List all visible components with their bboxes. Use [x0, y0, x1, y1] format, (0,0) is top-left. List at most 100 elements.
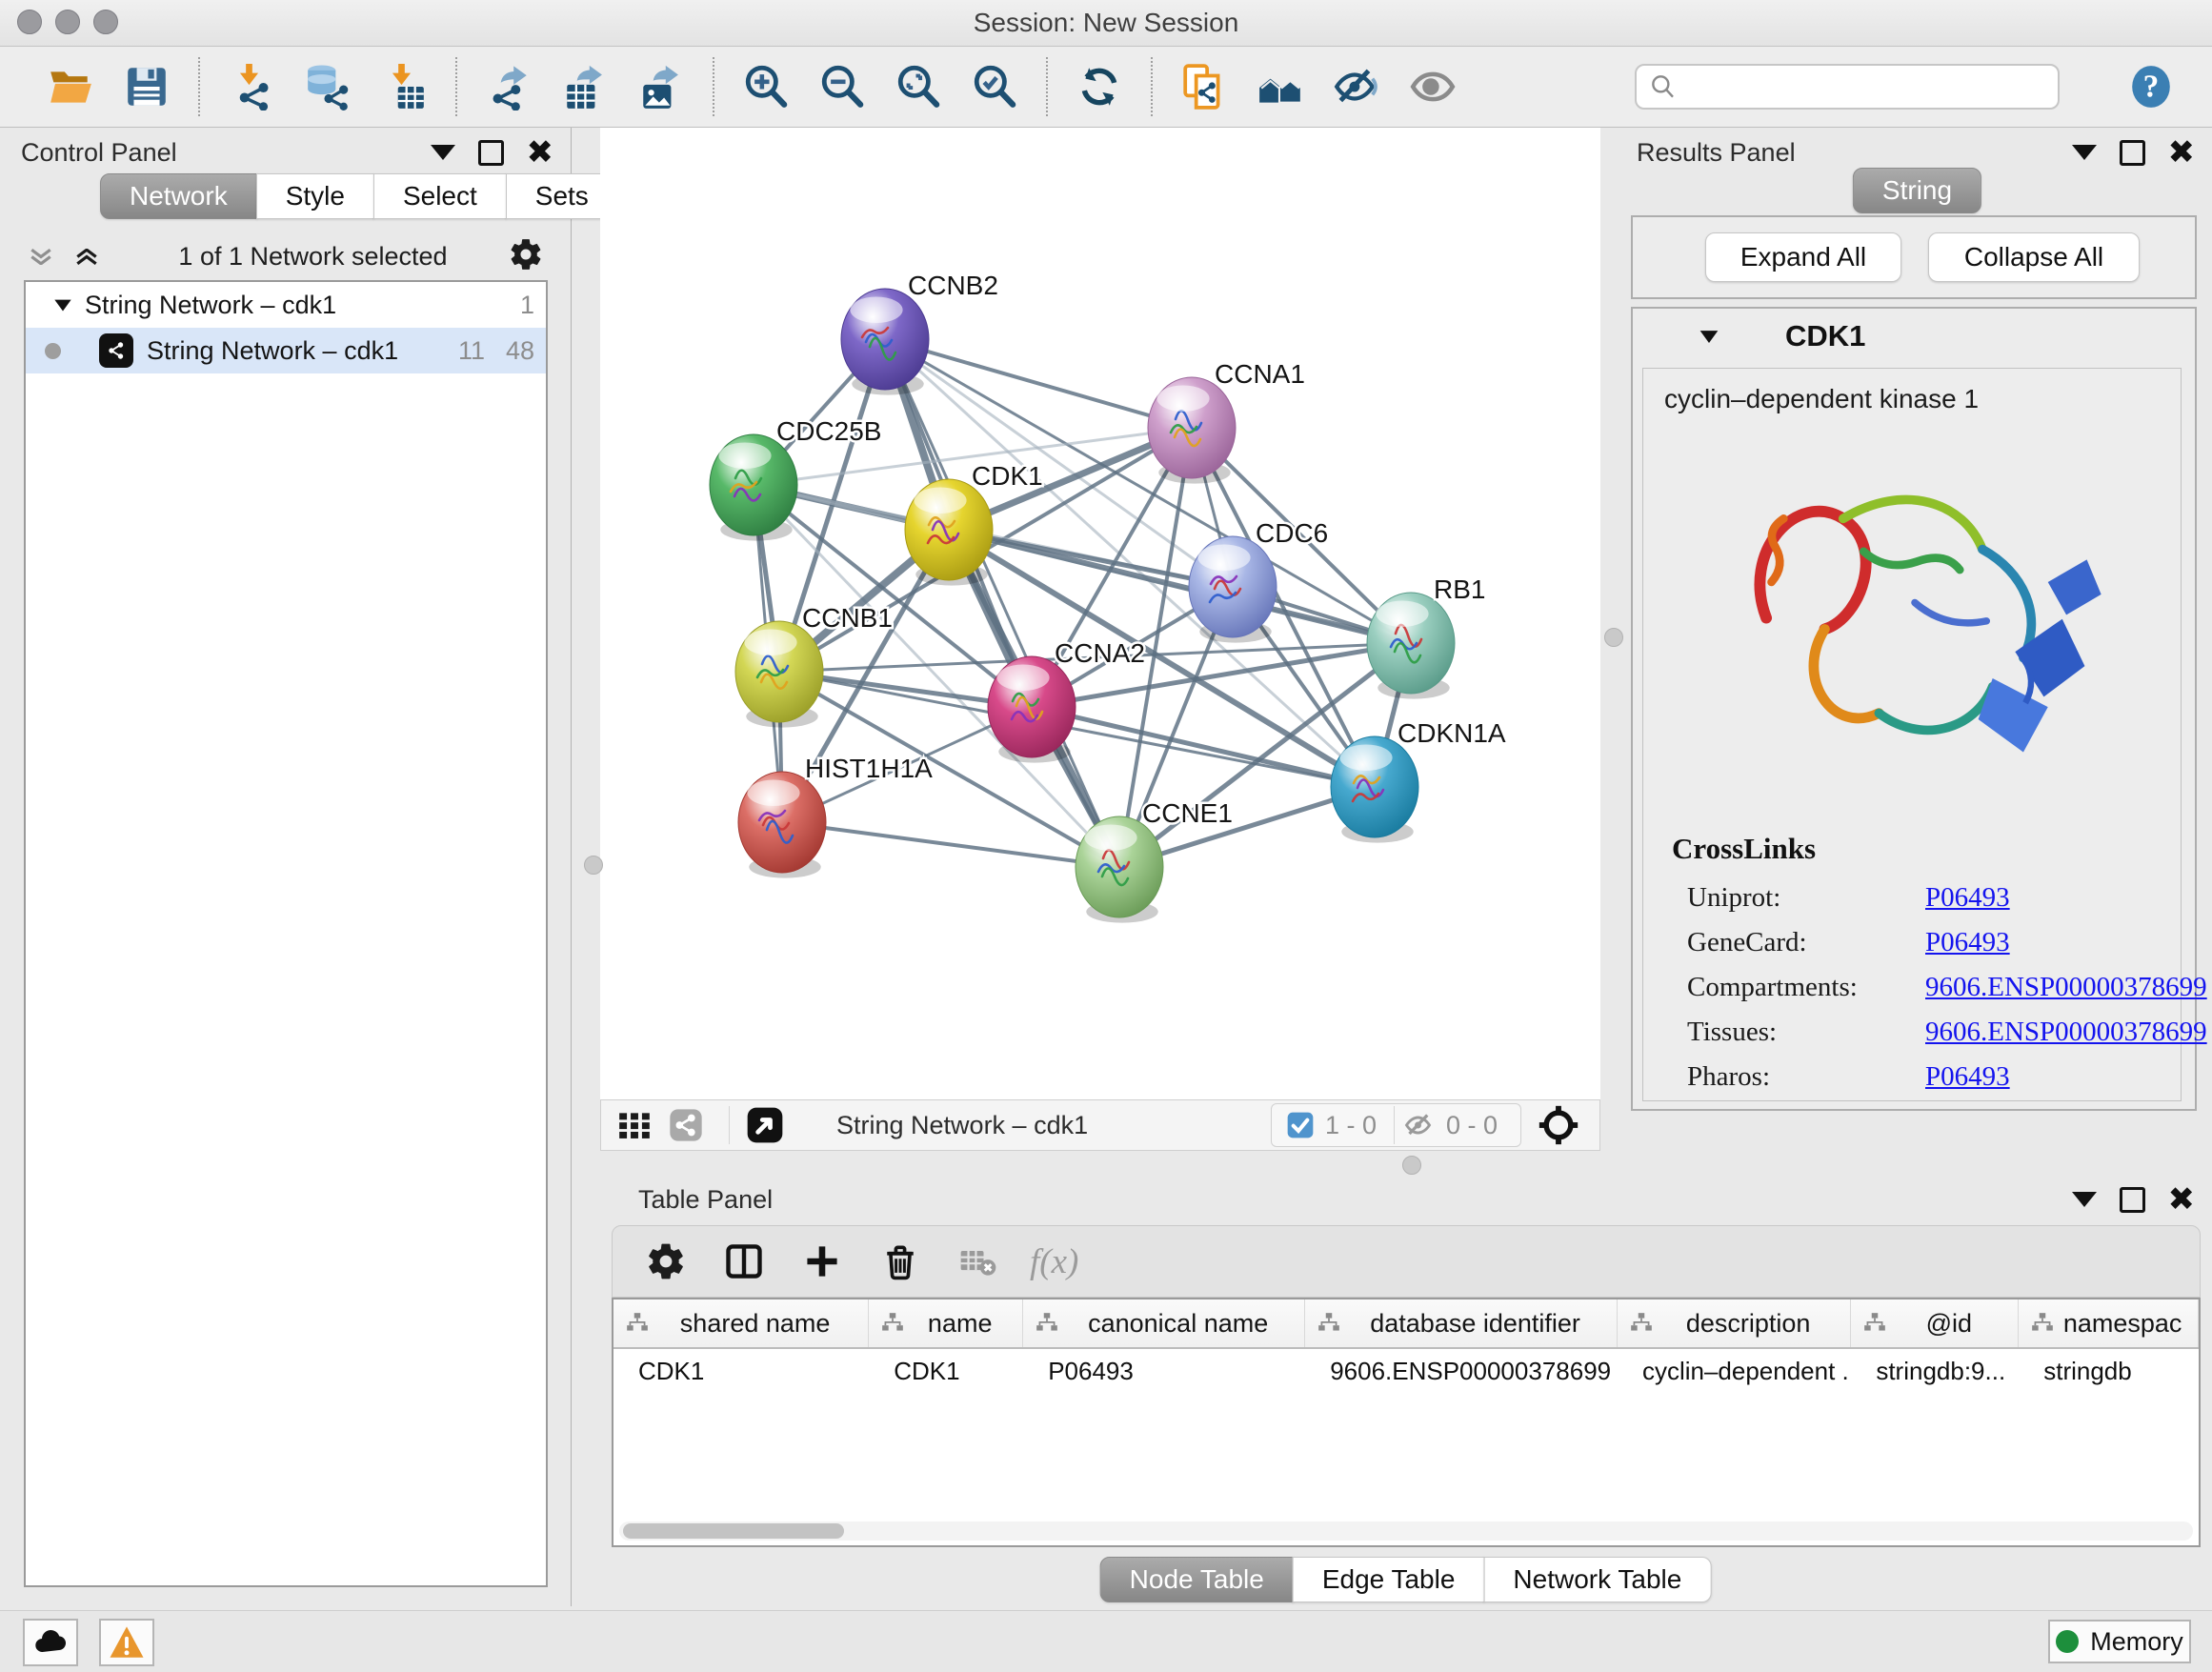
panel-close-icon[interactable]: ✖ [527, 140, 554, 165]
function-builder-button[interactable]: f(x) [1030, 1235, 1078, 1288]
panel-collapse-icon[interactable] [2072, 145, 2097, 160]
open-session-icon[interactable] [44, 60, 97, 113]
panel-collapse-icon[interactable] [431, 145, 455, 160]
grid-view-icon[interactable] [613, 1105, 656, 1145]
right-splitter-handle[interactable] [1604, 628, 1623, 647]
table-horizontal-scrollbar[interactable] [619, 1521, 2193, 1541]
column-header[interactable]: canonical name [1023, 1299, 1305, 1347]
table-cell[interactable]: stringdb:9... [1851, 1349, 2019, 1393]
zoom-selected-icon[interactable] [968, 60, 1021, 113]
scrollbar-thumb[interactable] [623, 1523, 844, 1539]
network-node[interactable] [1076, 816, 1163, 923]
network-node[interactable] [988, 656, 1076, 763]
table-cell[interactable]: P06493 [1023, 1349, 1305, 1393]
export-table-icon[interactable] [558, 60, 612, 113]
column-header[interactable]: shared name [613, 1299, 869, 1347]
network-options-gear-icon[interactable] [508, 236, 544, 277]
show-all-icon[interactable] [1406, 60, 1459, 113]
network-node[interactable] [841, 289, 929, 395]
memory-button[interactable]: Memory [2048, 1620, 2191, 1663]
home-icon[interactable] [1254, 60, 1307, 113]
table-settings-gear-icon[interactable] [639, 1235, 693, 1288]
collapse-all-networks-icon[interactable] [27, 249, 55, 265]
status-bar: Memory [0, 1610, 2212, 1672]
column-header[interactable]: description [1618, 1299, 1851, 1347]
control-panel: Control Panel ✖ Network Style Select Set… [0, 128, 572, 1606]
network-node[interactable] [1148, 377, 1236, 484]
string-network-graph[interactable]: CCNB2CCNA1CDC25BCDK1CDC6RB1CCNB1CCNA2CDK… [600, 128, 1600, 1099]
clone-network-icon[interactable] [1177, 60, 1231, 113]
network-node[interactable] [710, 434, 797, 541]
zoom-in-icon[interactable] [739, 60, 793, 113]
show-columns-icon[interactable] [717, 1235, 771, 1288]
table-cell[interactable]: cyclin–dependent ... [1618, 1349, 1851, 1393]
tab-node-table[interactable]: Node Table [1100, 1557, 1294, 1602]
hidden-eye-icon[interactable] [1402, 1108, 1437, 1142]
collapse-all-button[interactable]: Collapse All [1928, 232, 2140, 282]
zoom-out-icon[interactable] [815, 60, 869, 113]
network-collection-row[interactable]: String Network – cdk1 1 [26, 282, 546, 328]
expand-all-button[interactable]: Expand All [1705, 232, 1901, 282]
network-canvas[interactable]: CCNB2CCNA1CDC25BCDK1CDC6RB1CCNB1CCNA2CDK… [600, 128, 1600, 1099]
tab-network-table[interactable]: Network Table [1483, 1557, 1711, 1602]
fit-selected-crosshair-icon[interactable] [1537, 1105, 1580, 1145]
crosslink-link[interactable]: P06493 [1925, 927, 2010, 958]
create-column-icon[interactable] [795, 1235, 849, 1288]
tab-network[interactable]: Network [100, 173, 257, 219]
table-cell[interactable]: 9606.ENSP00000378699 [1305, 1349, 1618, 1393]
save-session-icon[interactable] [120, 60, 173, 113]
tab-string[interactable]: String [1853, 168, 1981, 213]
import-network-file-icon[interactable] [225, 60, 278, 113]
import-network-database-icon[interactable] [301, 60, 354, 113]
help-button[interactable]: ? [2124, 60, 2178, 113]
network-node[interactable] [738, 772, 826, 878]
cloud-status-button[interactable] [23, 1619, 78, 1666]
network-view-mode-icon[interactable] [664, 1105, 708, 1145]
warnings-button[interactable] [99, 1619, 154, 1666]
column-header[interactable]: @id [1851, 1299, 2019, 1347]
export-image-icon[interactable] [634, 60, 688, 113]
network-node[interactable] [1331, 736, 1418, 843]
column-header[interactable]: database identifier [1305, 1299, 1618, 1347]
panel-close-icon[interactable]: ✖ [2168, 1187, 2196, 1212]
zoom-fit-icon[interactable] [892, 60, 945, 113]
table-row[interactable]: CDK1CDK1P064939606.ENSP00000378699cyclin… [613, 1349, 2199, 1393]
panel-close-icon[interactable]: ✖ [2168, 140, 2196, 165]
table-cell[interactable]: CDK1 [869, 1349, 1023, 1393]
table-cell[interactable]: CDK1 [613, 1349, 869, 1393]
panel-collapse-icon[interactable] [2072, 1192, 2097, 1207]
panel-float-icon[interactable] [2120, 1187, 2145, 1213]
import-table-file-icon[interactable] [377, 60, 431, 113]
network-node[interactable] [905, 479, 993, 586]
refresh-icon[interactable] [1073, 60, 1126, 113]
network-node[interactable] [1367, 593, 1455, 699]
column-header[interactable]: namespac [2019, 1299, 2199, 1347]
export-network-icon[interactable] [482, 60, 535, 113]
birdseye-view-icon[interactable] [743, 1105, 787, 1145]
horizontal-splitter-handle[interactable] [1402, 1156, 1421, 1175]
table-cell[interactable]: stringdb [2019, 1349, 2199, 1393]
tab-edge-table[interactable]: Edge Table [1293, 1557, 1485, 1602]
delete-table-icon[interactable] [952, 1235, 1005, 1288]
search-input[interactable] [1635, 64, 2060, 110]
selected-checkbox-icon[interactable] [1285, 1110, 1316, 1140]
hide-selected-icon[interactable] [1330, 60, 1383, 113]
tree-expand-icon[interactable] [50, 292, 75, 317]
crosslink-link[interactable]: P06493 [1925, 882, 2010, 914]
panel-float-icon[interactable] [2120, 140, 2145, 166]
network-row-selected[interactable]: String Network – cdk1 11 48 [26, 328, 546, 373]
panel-float-icon[interactable] [478, 140, 504, 166]
network-node[interactable] [735, 621, 823, 728]
section-collapse-icon[interactable] [1696, 323, 1722, 350]
crosslink-link[interactable]: P06493 [1925, 1061, 2010, 1093]
delete-column-trash-icon[interactable] [874, 1235, 927, 1288]
tab-style[interactable]: Style [256, 173, 374, 219]
table-toolbar: f(x) [612, 1225, 2201, 1298]
left-splitter-handle[interactable] [584, 856, 603, 875]
column-header[interactable]: name [869, 1299, 1023, 1347]
tab-select[interactable]: Select [373, 173, 507, 219]
expand-all-networks-icon[interactable] [72, 249, 101, 265]
crosslink-link[interactable]: 9606.ENSP00000378699 [1925, 1017, 2207, 1048]
crosslink-link[interactable]: 9606.ENSP00000378699 [1925, 972, 2207, 1003]
network-node[interactable] [1189, 536, 1277, 643]
